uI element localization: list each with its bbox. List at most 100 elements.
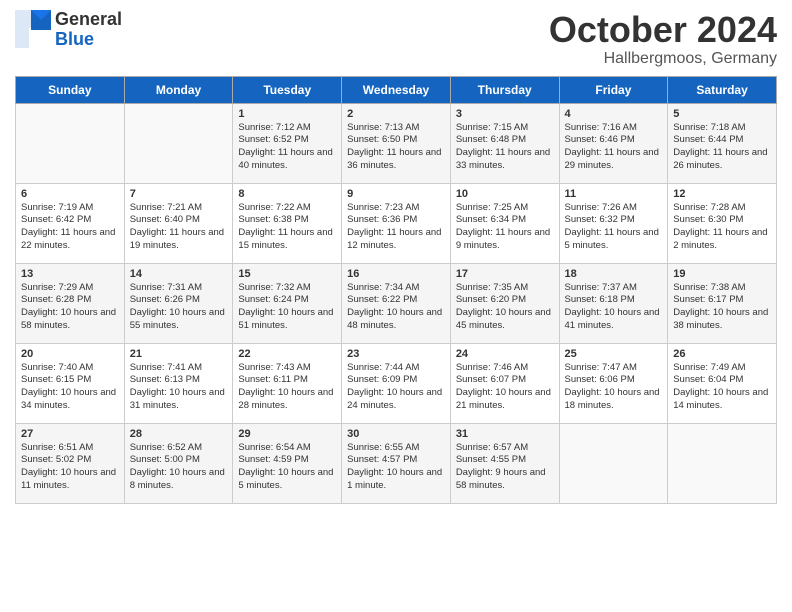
calendar-body: 1Sunrise: 7:12 AM Sunset: 6:52 PM Daylig…	[16, 103, 777, 503]
day-cell	[124, 103, 233, 183]
day-info: Sunrise: 6:54 AM Sunset: 4:59 PM Dayligh…	[238, 442, 336, 493]
day-number: 2	[347, 108, 445, 120]
col-sunday: Sunday	[16, 76, 125, 103]
day-info: Sunrise: 6:57 AM Sunset: 4:55 PM Dayligh…	[456, 442, 554, 493]
day-number: 23	[347, 348, 445, 360]
day-info: Sunrise: 7:38 AM Sunset: 6:17 PM Dayligh…	[673, 282, 771, 333]
day-number: 31	[456, 428, 554, 440]
day-number: 3	[456, 108, 554, 120]
header-row: Sunday Monday Tuesday Wednesday Thursday…	[16, 76, 777, 103]
day-number: 8	[238, 188, 336, 200]
day-number: 9	[347, 188, 445, 200]
day-cell: 27 Sunrise: 6:51 AM Sunset: 5:02 PM Dayli…	[16, 423, 125, 503]
logo-icon	[15, 10, 51, 50]
calendar-table: Sunday Monday Tuesday Wednesday Thursday…	[15, 76, 777, 504]
week-row-2: 13Sunrise: 7:29 AM Sunset: 6:28 PM Dayli…	[16, 263, 777, 343]
day-number: 27	[21, 428, 119, 440]
week-row-4: 27 Sunrise: 6:51 AM Sunset: 5:02 PM Dayli…	[16, 423, 777, 503]
day-info: Sunrise: 7:47 AM Sunset: 6:06 PM Dayligh…	[565, 362, 663, 413]
day-number: 29	[238, 428, 336, 440]
day-cell: 18Sunrise: 7:37 AM Sunset: 6:18 PM Dayli…	[559, 263, 668, 343]
day-cell: 12 Sunrise: 7:28 AM Sunset: 6:30 PM Dayli…	[668, 183, 777, 263]
day-info: Sunrise: 7:21 AM Sunset: 6:40 PM Dayligh…	[130, 202, 228, 253]
day-number: 14	[130, 268, 228, 280]
day-cell: 7 Sunrise: 7:21 AM Sunset: 6:40 PM Daylig…	[124, 183, 233, 263]
day-number: 19	[673, 268, 771, 280]
day-cell: 22Sunrise: 7:43 AM Sunset: 6:11 PM Dayli…	[233, 343, 342, 423]
day-number: 7	[130, 188, 228, 200]
day-cell: 30Sunrise: 6:55 AM Sunset: 4:57 PM Dayli…	[342, 423, 451, 503]
col-thursday: Thursday	[450, 76, 559, 103]
day-info: Sunrise: 7:16 AM Sunset: 6:46 PM Dayligh…	[565, 122, 663, 173]
day-info: Sunrise: 7:32 AM Sunset: 6:24 PM Dayligh…	[238, 282, 336, 333]
day-info: Sunrise: 7:28 AM Sunset: 6:30 PM Dayligh…	[673, 202, 771, 253]
day-cell: 1Sunrise: 7:12 AM Sunset: 6:52 PM Daylig…	[233, 103, 342, 183]
week-row-0: 1Sunrise: 7:12 AM Sunset: 6:52 PM Daylig…	[16, 103, 777, 183]
day-number: 17	[456, 268, 554, 280]
day-info: Sunrise: 7:22 AM Sunset: 6:38 PM Dayligh…	[238, 202, 336, 253]
day-cell: 6Sunrise: 7:19 AM Sunset: 6:42 PM Daylig…	[16, 183, 125, 263]
logo-general-text: General	[55, 10, 122, 30]
col-saturday: Saturday	[668, 76, 777, 103]
day-cell: 14 Sunrise: 7:31 AM Sunset: 6:26 PM Dayli…	[124, 263, 233, 343]
day-info: Sunrise: 7:49 AM Sunset: 6:04 PM Dayligh…	[673, 362, 771, 413]
day-info: Sunrise: 7:25 AM Sunset: 6:34 PM Dayligh…	[456, 202, 554, 253]
day-cell: 5Sunrise: 7:18 AM Sunset: 6:44 PM Daylig…	[668, 103, 777, 183]
day-number: 21	[130, 348, 228, 360]
day-info: Sunrise: 7:40 AM Sunset: 6:15 PM Dayligh…	[21, 362, 119, 413]
logo-name: General Blue	[55, 10, 122, 50]
day-number: 12	[673, 188, 771, 200]
logo: General Blue	[15, 10, 122, 50]
day-cell: 19 Sunrise: 7:38 AM Sunset: 6:17 PM Dayli…	[668, 263, 777, 343]
week-row-3: 20 Sunrise: 7:40 AM Sunset: 6:15 PM Dayli…	[16, 343, 777, 423]
day-cell: 17 Sunrise: 7:35 AM Sunset: 6:20 PM Dayli…	[450, 263, 559, 343]
location: Hallbergmoos, Germany	[549, 50, 777, 68]
day-cell: 26 Sunrise: 7:49 AM Sunset: 6:04 PM Dayli…	[668, 343, 777, 423]
day-cell: 31 Sunrise: 6:57 AM Sunset: 4:55 PM Dayli…	[450, 423, 559, 503]
day-info: Sunrise: 7:13 AM Sunset: 6:50 PM Dayligh…	[347, 122, 445, 173]
day-number: 15	[238, 268, 336, 280]
day-info: Sunrise: 6:51 AM Sunset: 5:02 PM Dayligh…	[21, 442, 119, 493]
main-container: General Blue October 2024 Hallbergmoos, …	[0, 0, 792, 519]
day-cell: 29 Sunrise: 6:54 AM Sunset: 4:59 PM Dayli…	[233, 423, 342, 503]
day-cell: 8 Sunrise: 7:22 AM Sunset: 6:38 PM Daylig…	[233, 183, 342, 263]
day-number: 16	[347, 268, 445, 280]
col-friday: Friday	[559, 76, 668, 103]
month-title: October 2024	[549, 10, 777, 50]
day-info: Sunrise: 7:19 AM Sunset: 6:42 PM Dayligh…	[21, 202, 119, 253]
day-number: 13	[21, 268, 119, 280]
day-info: Sunrise: 6:52 AM Sunset: 5:00 PM Dayligh…	[130, 442, 228, 493]
day-cell: 28 Sunrise: 6:52 AM Sunset: 5:00 PM Dayli…	[124, 423, 233, 503]
day-info: Sunrise: 7:12 AM Sunset: 6:52 PM Dayligh…	[238, 122, 336, 173]
day-cell: 9Sunrise: 7:23 AM Sunset: 6:36 PM Daylig…	[342, 183, 451, 263]
day-number: 20	[21, 348, 119, 360]
day-cell	[16, 103, 125, 183]
header: General Blue October 2024 Hallbergmoos, …	[15, 10, 777, 68]
week-row-1: 6Sunrise: 7:19 AM Sunset: 6:42 PM Daylig…	[16, 183, 777, 263]
day-number: 24	[456, 348, 554, 360]
day-number: 18	[565, 268, 663, 280]
day-number: 10	[456, 188, 554, 200]
day-cell: 11Sunrise: 7:26 AM Sunset: 6:32 PM Dayli…	[559, 183, 668, 263]
day-cell: 23 Sunrise: 7:44 AM Sunset: 6:09 PM Dayli…	[342, 343, 451, 423]
day-info: Sunrise: 7:31 AM Sunset: 6:26 PM Dayligh…	[130, 282, 228, 333]
day-info: Sunrise: 7:41 AM Sunset: 6:13 PM Dayligh…	[130, 362, 228, 413]
day-info: Sunrise: 7:35 AM Sunset: 6:20 PM Dayligh…	[456, 282, 554, 333]
day-cell	[668, 423, 777, 503]
day-cell: 21 Sunrise: 7:41 AM Sunset: 6:13 PM Dayli…	[124, 343, 233, 423]
day-cell: 4Sunrise: 7:16 AM Sunset: 6:46 PM Daylig…	[559, 103, 668, 183]
day-cell: 13Sunrise: 7:29 AM Sunset: 6:28 PM Dayli…	[16, 263, 125, 343]
logo-blue-text: Blue	[55, 30, 122, 50]
day-number: 26	[673, 348, 771, 360]
day-info: Sunrise: 6:55 AM Sunset: 4:57 PM Dayligh…	[347, 442, 445, 493]
col-monday: Monday	[124, 76, 233, 103]
title-block: October 2024 Hallbergmoos, Germany	[549, 10, 777, 68]
day-info: Sunrise: 7:18 AM Sunset: 6:44 PM Dayligh…	[673, 122, 771, 173]
day-cell: 15 Sunrise: 7:32 AM Sunset: 6:24 PM Dayli…	[233, 263, 342, 343]
day-number: 28	[130, 428, 228, 440]
col-tuesday: Tuesday	[233, 76, 342, 103]
day-cell: 20 Sunrise: 7:40 AM Sunset: 6:15 PM Dayli…	[16, 343, 125, 423]
day-info: Sunrise: 7:44 AM Sunset: 6:09 PM Dayligh…	[347, 362, 445, 413]
col-wednesday: Wednesday	[342, 76, 451, 103]
day-cell	[559, 423, 668, 503]
